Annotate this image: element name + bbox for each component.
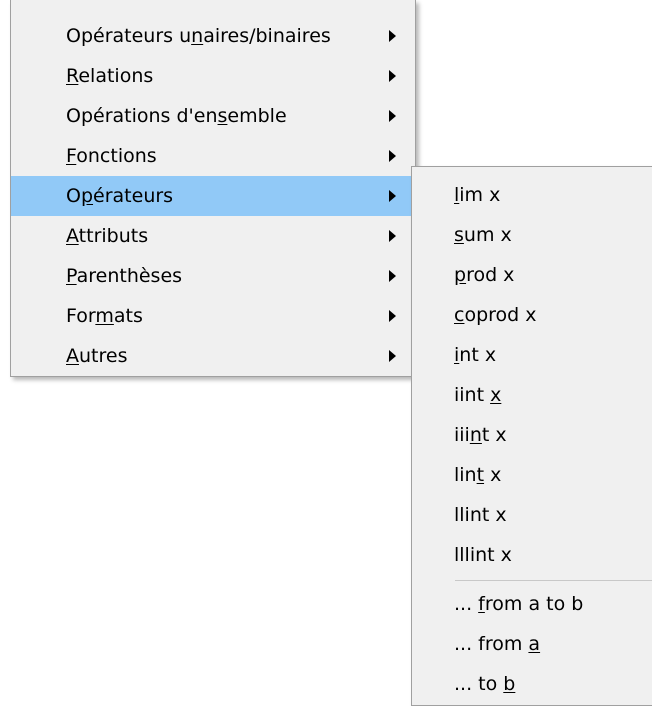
menu-item-attributes[interactable]: Attributs [11, 216, 415, 256]
submenu-item-lint[interactable]: lint x [412, 455, 652, 495]
menu-item-label: Relations [66, 65, 154, 87]
menu-item-label: Parenthèses [66, 265, 183, 287]
submenu-arrow-icon [389, 230, 396, 242]
menu-item-label: Opérateurs [66, 185, 174, 207]
menu-item-label: Opérations d'ensemble [66, 105, 287, 127]
submenu-item-sum[interactable]: sum x [412, 215, 652, 255]
submenu-item-llint[interactable]: llint x [412, 495, 652, 535]
submenu-arrow-icon [389, 70, 396, 82]
submenu-item-to-b[interactable]: ... to b [412, 664, 652, 704]
menu-item-label: Fonctions [66, 145, 157, 167]
submenu-arrow-icon [389, 110, 396, 122]
submenu-item-int[interactable]: int x [412, 335, 652, 375]
menu-item-label: Attributs [66, 225, 149, 247]
submenu-arrow-icon [389, 310, 396, 322]
submenu-item-prod[interactable]: prod x [412, 255, 652, 295]
menu-item-relations[interactable]: Relations [11, 56, 415, 96]
submenu-item-lllint[interactable]: lllint x [412, 535, 652, 575]
submenu-arrow-icon [389, 190, 396, 202]
submenu-arrow-icon [389, 30, 396, 42]
submenu-item-iint[interactable]: iint x [412, 375, 652, 415]
submenu-arrow-icon [389, 270, 396, 282]
submenu-item-lim[interactable]: lim x [412, 175, 652, 215]
menu-separator [455, 580, 652, 581]
menu-item-others[interactable]: Autres [11, 336, 415, 376]
menu-item-label: Formats [66, 305, 143, 327]
menu-item-formats[interactable]: Formats [11, 296, 415, 336]
menu-item-functions[interactable]: Fonctions [11, 136, 415, 176]
menu-item-unary-binary-operators[interactable]: Opérateurs unaires/binaires [11, 16, 415, 56]
submenu-item-from-a-to-b[interactable]: ... from a to b [412, 584, 652, 624]
menu-item-operators[interactable]: Opérateurs [11, 176, 415, 216]
menu-item-label: Autres [66, 345, 128, 367]
submenu-arrow-icon [389, 350, 396, 362]
submenu-item-from-a[interactable]: ... from a [412, 624, 652, 664]
submenu-item-iiint[interactable]: iiint x [412, 415, 652, 455]
operators-submenu: lim x sum x prod x coprod x int x iint x… [411, 166, 652, 706]
submenu-item-coprod[interactable]: coprod x [412, 295, 652, 335]
menu-item-brackets[interactable]: Parenthèses [11, 256, 415, 296]
submenu-arrow-icon [389, 150, 396, 162]
menu-item-set-operations[interactable]: Opérations d'ensemble [11, 96, 415, 136]
context-menu: Opérateurs unaires/binaires Relations Op… [10, 0, 416, 377]
menu-item-label: Opérateurs unaires/binaires [66, 25, 331, 47]
